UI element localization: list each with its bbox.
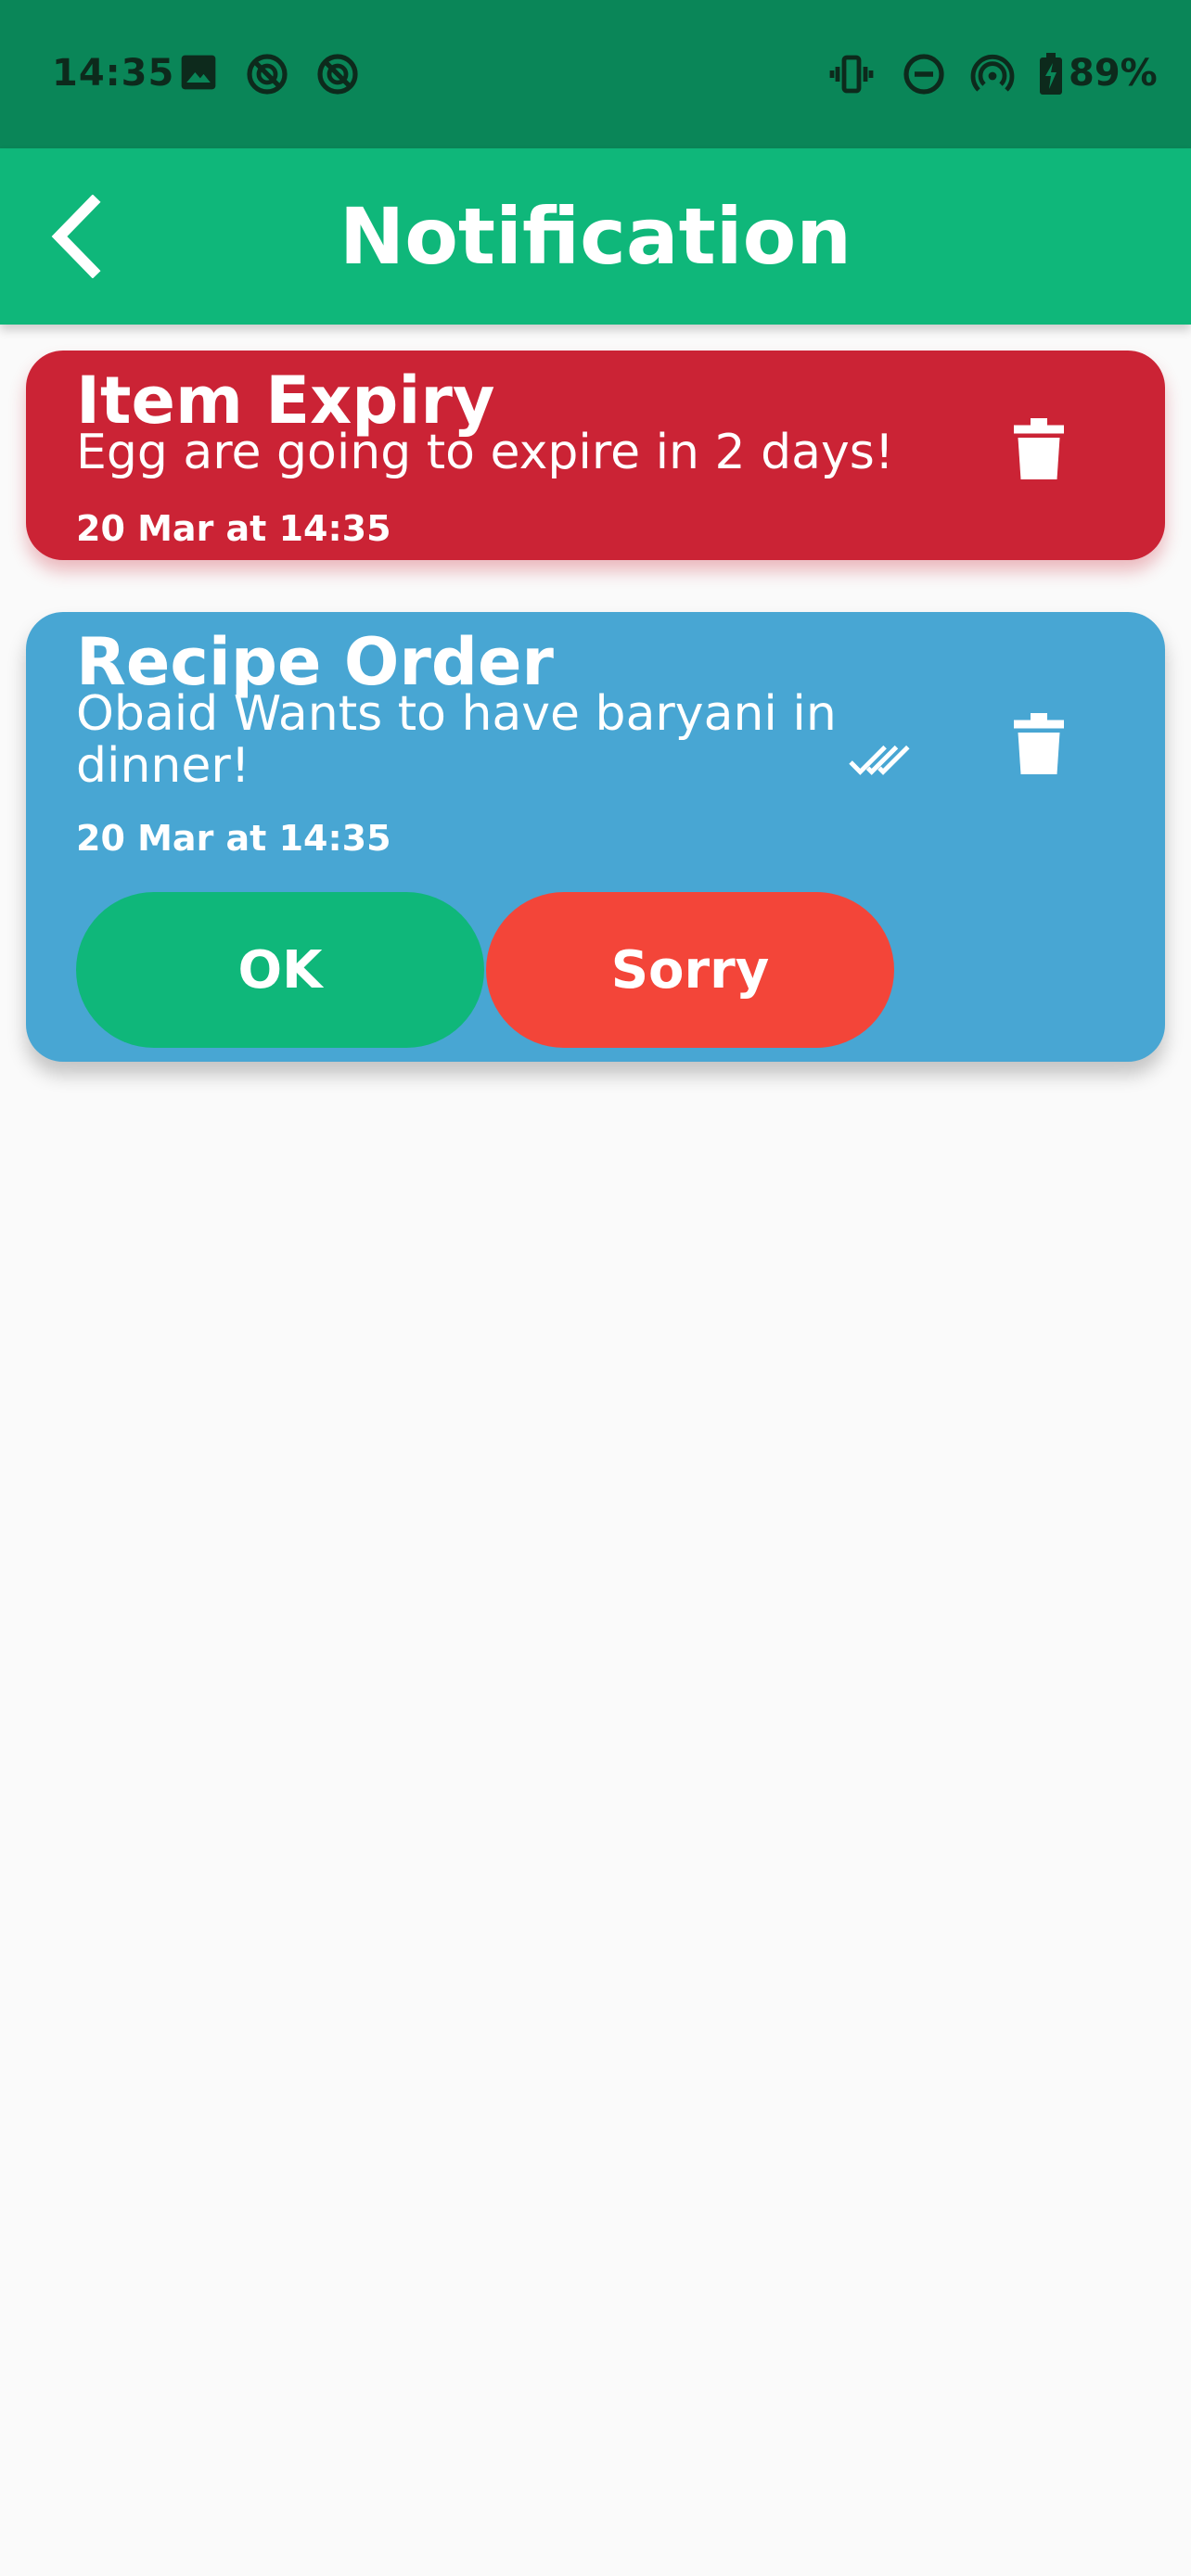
battery-charging-icon: [1040, 53, 1062, 95]
app-bar: Notification: [0, 148, 1191, 325]
chevron-left-icon: [51, 195, 101, 278]
sync-off-icon: [317, 54, 358, 95]
ok-button[interactable]: OK: [76, 892, 484, 1048]
battery-percentage: 89%: [1069, 52, 1158, 95]
notification-card-order[interactable]: Recipe Order Obaid Wants to have baryani…: [26, 612, 1165, 1062]
vibrate-icon: [829, 55, 874, 94]
sorry-button[interactable]: Sorry: [486, 892, 894, 1048]
notification-message: Egg are going to expire in 2 days!: [76, 425, 894, 480]
page-title: Notification: [339, 191, 852, 282]
double-check-icon: [849, 745, 910, 775]
image-icon: [181, 55, 216, 90]
notification-message: Obaid Wants to have baryani in dinner!: [76, 686, 837, 794]
status-time: 14:35: [52, 52, 175, 95]
back-button[interactable]: [28, 185, 130, 287]
notification-time: 20 Mar at 14:35: [76, 818, 391, 859]
delete-button[interactable]: [992, 402, 1085, 495]
delete-button[interactable]: [992, 697, 1085, 790]
trash-icon: [1014, 418, 1064, 479]
mark-read-button[interactable]: [835, 714, 928, 807]
hotspot-icon: [970, 54, 1015, 92]
notification-card-expiry[interactable]: Item Expiry Egg are going to expire in 2…: [26, 351, 1165, 560]
sync-off-icon: [247, 54, 288, 95]
status-bar: 14:35 89%: [0, 0, 1191, 148]
trash-icon: [1014, 713, 1064, 774]
notification-time: 20 Mar at 14:35: [76, 508, 391, 549]
do-not-disturb-icon: [903, 54, 944, 95]
